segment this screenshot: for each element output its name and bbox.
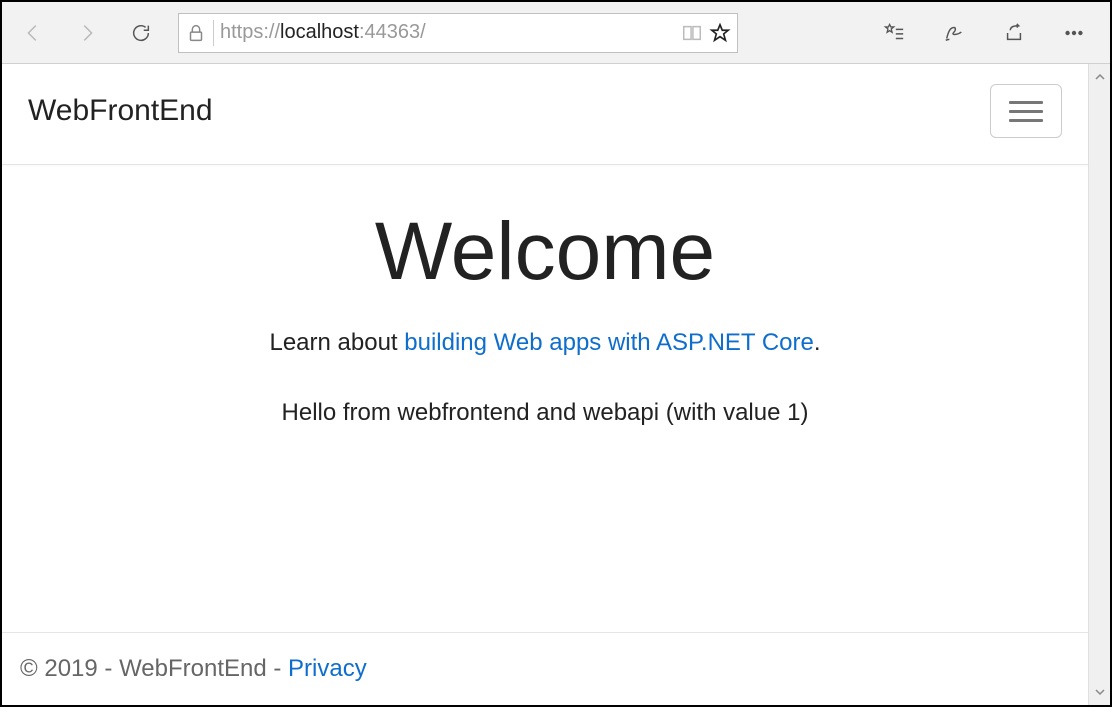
hamburger-icon — [1009, 110, 1043, 113]
page-content: WebFrontEnd Welcome Learn about building… — [2, 64, 1088, 705]
forward-icon — [76, 22, 98, 44]
refresh-button[interactable] — [116, 9, 166, 57]
learn-prefix: Learn about — [269, 329, 404, 356]
back-icon — [22, 22, 44, 44]
address-bar[interactable]: https://localhost:44363/ — [178, 13, 738, 53]
toolbar-right — [864, 9, 1104, 57]
hamburger-icon — [1009, 119, 1043, 122]
footer: © 2019 - WebFrontEnd - Privacy — [2, 632, 1088, 705]
more-icon — [1063, 22, 1085, 44]
share-icon — [1003, 22, 1025, 44]
copyright: © 2019 - WebFrontEnd — [20, 655, 267, 682]
back-button[interactable] — [8, 9, 58, 57]
more-button[interactable] — [1044, 9, 1104, 57]
chevron-down-icon — [1094, 686, 1106, 698]
page-title: Welcome — [2, 205, 1088, 299]
divider — [213, 20, 214, 46]
vertical-scrollbar[interactable] — [1088, 64, 1110, 705]
navbar-toggle[interactable] — [990, 84, 1062, 138]
favorite-icon[interactable] — [709, 22, 731, 44]
url-port: :44363/ — [359, 21, 426, 43]
chevron-up-icon — [1094, 71, 1106, 83]
reading-view-icon[interactable] — [681, 22, 703, 44]
url-protocol: https:// — [220, 21, 280, 43]
refresh-icon — [130, 22, 152, 44]
privacy-link[interactable]: Privacy — [288, 655, 367, 682]
notes-icon — [943, 22, 965, 44]
hero: Welcome Learn about building Web apps wi… — [2, 165, 1088, 632]
forward-button[interactable] — [62, 9, 112, 57]
brand[interactable]: WebFrontEnd — [28, 94, 213, 128]
favorites-list-icon — [883, 22, 905, 44]
site-navbar: WebFrontEnd — [2, 64, 1088, 165]
notes-button[interactable] — [924, 9, 984, 57]
scroll-up-arrow[interactable] — [1089, 66, 1110, 88]
browser-toolbar: https://localhost:44363/ — [2, 2, 1110, 64]
share-button[interactable] — [984, 9, 1044, 57]
scroll-down-arrow[interactable] — [1089, 681, 1110, 703]
learn-line: Learn about building Web apps with ASP.N… — [2, 329, 1088, 357]
url-text: https://localhost:44363/ — [220, 21, 675, 44]
api-message: Hello from webfrontend and webapi (with … — [2, 399, 1088, 427]
learn-link[interactable]: building Web apps with ASP.NET Core — [404, 329, 814, 356]
url-host: localhost — [280, 21, 359, 43]
footer-separator: - — [267, 655, 288, 682]
favorites-list-button[interactable] — [864, 9, 924, 57]
lock-icon — [185, 22, 207, 44]
hamburger-icon — [1009, 101, 1043, 104]
learn-suffix: . — [814, 329, 821, 356]
